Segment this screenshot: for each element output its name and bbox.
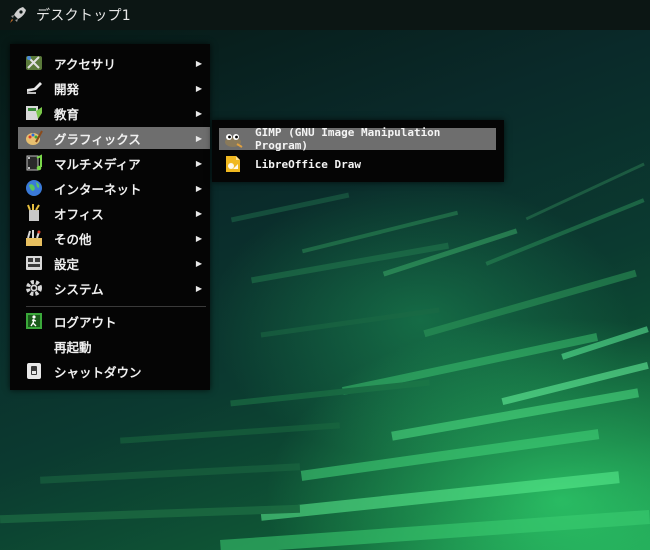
menu-item-education[interactable]: 教育 ▶ <box>18 102 210 124</box>
menu-item-graphics[interactable]: グラフィックス ▶ <box>18 127 210 149</box>
submenu-arrow-icon: ▶ <box>195 183 203 193</box>
application-menu: アクセサリ ▶ 開発 ▶ 教育 ▶ グラフィックス ▶ マルチメディア ▶ イン… <box>10 44 210 390</box>
submenu-arrow-icon: ▶ <box>195 158 203 168</box>
other-icon <box>26 230 42 246</box>
menu-item-other[interactable]: その他 ▶ <box>18 227 210 249</box>
menu-item-internet[interactable]: インターネット ▶ <box>18 177 210 199</box>
submenu-arrow-icon: ▶ <box>195 83 203 93</box>
accessories-icon <box>26 56 42 70</box>
menu-item-accessories[interactable]: アクセサリ ▶ <box>18 52 210 74</box>
gimp-icon <box>225 134 243 148</box>
desktop-top-bar: デスクトップ1 <box>0 0 650 30</box>
menu-item-development[interactable]: 開発 ▶ <box>18 77 210 99</box>
desktop-title: デスクトップ1 <box>36 8 132 24</box>
submenu-arrow-icon: ▶ <box>195 208 203 218</box>
settings-icon <box>26 256 42 270</box>
menu-item-office[interactable]: オフィス ▶ <box>18 202 210 224</box>
education-icon <box>26 106 42 120</box>
logout-icon <box>26 313 42 329</box>
submenu-arrow-icon: ▶ <box>195 58 203 68</box>
submenu-arrow-icon: ▶ <box>195 133 203 143</box>
menu-item-multimedia[interactable]: マルチメディア ▶ <box>18 152 210 174</box>
office-icon <box>27 204 40 221</box>
shutdown-icon <box>27 363 41 379</box>
rocket-icon[interactable] <box>8 5 28 25</box>
submenu-arrow-icon: ▶ <box>195 233 203 243</box>
submenu-item-libreoffice-draw[interactable]: LibreOffice Draw <box>219 153 496 175</box>
menu-item-logout[interactable]: ログアウト <box>18 310 210 332</box>
menu-item-restart[interactable]: 再起動 <box>18 335 210 357</box>
development-icon <box>27 82 42 94</box>
submenu-item-gimp[interactable]: GIMP (GNU Image Manipulation Program) <box>219 126 496 152</box>
graphics-submenu: GIMP (GNU Image Manipulation Program) Li… <box>212 120 504 182</box>
graphics-icon <box>26 130 43 145</box>
submenu-arrow-icon: ▶ <box>195 283 203 293</box>
internet-icon <box>26 180 42 196</box>
system-icon <box>26 280 42 296</box>
menu-item-system[interactable]: システム ▶ <box>18 277 210 299</box>
menu-item-shutdown[interactable]: シャットダウン <box>18 360 210 382</box>
multimedia-icon <box>26 154 42 171</box>
submenu-arrow-icon: ▶ <box>195 258 203 268</box>
submenu-arrow-icon: ▶ <box>195 108 203 118</box>
libreoffice-draw-icon <box>226 156 240 172</box>
menu-separator <box>26 306 206 307</box>
menu-item-settings[interactable]: 設定 ▶ <box>18 252 210 274</box>
